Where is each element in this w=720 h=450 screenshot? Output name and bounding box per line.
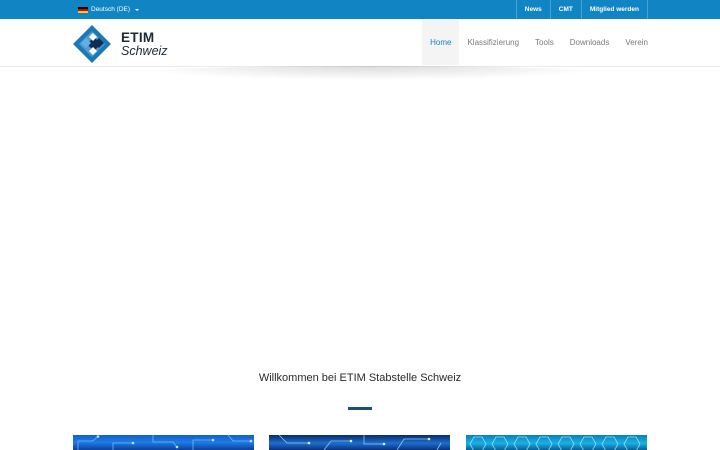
feature-card-image-1[interactable]: [73, 435, 254, 450]
feature-card-image-2[interactable]: [269, 435, 450, 450]
logo-title: ETIM: [121, 30, 155, 45]
nav-item-tools[interactable]: Tools: [527, 19, 562, 65]
german-flag-icon: [78, 6, 88, 13]
nav-item-home[interactable]: Home: [422, 19, 460, 65]
etim-diamond-logo-icon: [73, 25, 111, 63]
welcome-heading: Willkommen bei ETIM Stabstelle Schweiz: [258, 372, 462, 384]
language-selector[interactable]: Deutsch (DE): [78, 4, 140, 15]
top-bar: Deutsch (DE) News CMT Mitglied werden: [0, 0, 720, 19]
circuit-pattern-image: [77, 435, 253, 450]
circuit-pattern-image: [278, 435, 442, 450]
hexagon-pattern-image: [469, 436, 641, 450]
language-label: Deutsch (DE): [91, 6, 131, 13]
feature-card-image-3[interactable]: [466, 435, 647, 450]
caret-down-icon: [135, 8, 140, 11]
top-link-cmt[interactable]: CMT: [549, 0, 581, 19]
main-nav: Home Klassifizierung Tools Downloads Ver…: [422, 19, 656, 65]
section-divider: [348, 407, 372, 410]
top-link-mitglied-werden[interactable]: Mitglied werden: [580, 0, 648, 19]
top-link-news[interactable]: News: [515, 0, 550, 19]
etim-schweiz-logo[interactable]: ETIM Schweiz: [72, 24, 182, 64]
top-links: News CMT Mitglied werden: [515, 0, 648, 19]
header-shadow: [130, 66, 610, 80]
header: ETIM Schweiz Home Klassifizierung Tools …: [0, 19, 720, 67]
nav-item-verein[interactable]: Verein: [617, 19, 656, 65]
logo-subtitle: Schweiz: [121, 44, 168, 58]
nav-item-downloads[interactable]: Downloads: [562, 19, 618, 65]
nav-item-klassifizierung[interactable]: Klassifizierung: [459, 19, 527, 65]
